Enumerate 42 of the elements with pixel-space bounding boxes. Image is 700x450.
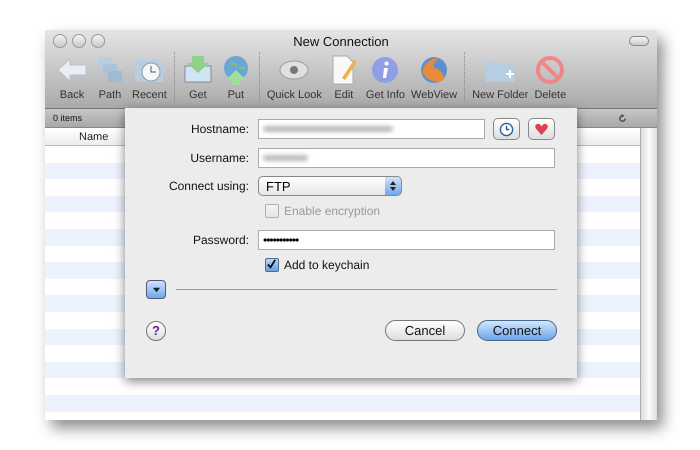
toolbar-button[interactable]: Edit: [324, 52, 363, 101]
toolbar-button[interactable]: Get: [178, 52, 217, 101]
toolbar-toggle-button[interactable]: [629, 36, 649, 46]
toolbar-button[interactable]: Path: [91, 52, 129, 101]
checkbox-label: Enable encryption: [284, 204, 380, 218]
text-field[interactable]: [258, 148, 555, 168]
triangle-icon: [152, 285, 160, 294]
toolbar-button[interactable]: WebView: [408, 52, 460, 101]
heart-icon: [534, 122, 549, 136]
toolbar-button[interactable]: Quick Look: [264, 52, 325, 101]
toolbar-button[interactable]: Get Info: [362, 52, 408, 101]
toolbar-button[interactable]: Recent: [129, 52, 170, 101]
field-label: Hostname:: [190, 122, 249, 136]
field-label: Password:: [192, 233, 249, 247]
field-label: Username:: [189, 151, 249, 165]
window-control-button[interactable]: [53, 34, 67, 48]
item-count: 0 items: [53, 113, 82, 123]
protocol-select[interactable]: FTP: [258, 176, 402, 196]
toolbar-button[interactable]: Put: [216, 52, 255, 101]
toolbar-button[interactable]: New Folder: [469, 52, 532, 101]
connect-button[interactable]: Connect: [477, 320, 557, 341]
refresh-icon: [618, 114, 627, 122]
toolbar-button[interactable]: Back: [53, 52, 91, 101]
toolbar-button[interactable]: Delete: [531, 52, 570, 101]
text-field[interactable]: [258, 119, 485, 139]
field-label: Connect using:: [168, 179, 249, 193]
select-arrows-icon: [385, 177, 401, 195]
disclosure-button[interactable]: [146, 280, 166, 299]
checkbox[interactable]: [265, 258, 279, 272]
checkbox-label: Add to keychain: [284, 258, 370, 272]
window-control-button[interactable]: [91, 34, 105, 48]
history-button[interactable]: [493, 118, 520, 140]
bookmarks-button[interactable]: [528, 118, 555, 140]
scrollbar[interactable]: [640, 128, 657, 420]
prohibited-icon: [534, 54, 566, 86]
help-button[interactable]: ?: [146, 320, 166, 340]
window-title: New Connection: [292, 34, 390, 48]
cancel-button[interactable]: Cancel: [385, 320, 465, 341]
window-control-button[interactable]: [72, 34, 86, 48]
password-field[interactable]: •••••••••••: [258, 230, 555, 250]
column-header[interactable]: Name: [79, 130, 108, 142]
clock-icon: [499, 122, 514, 136]
